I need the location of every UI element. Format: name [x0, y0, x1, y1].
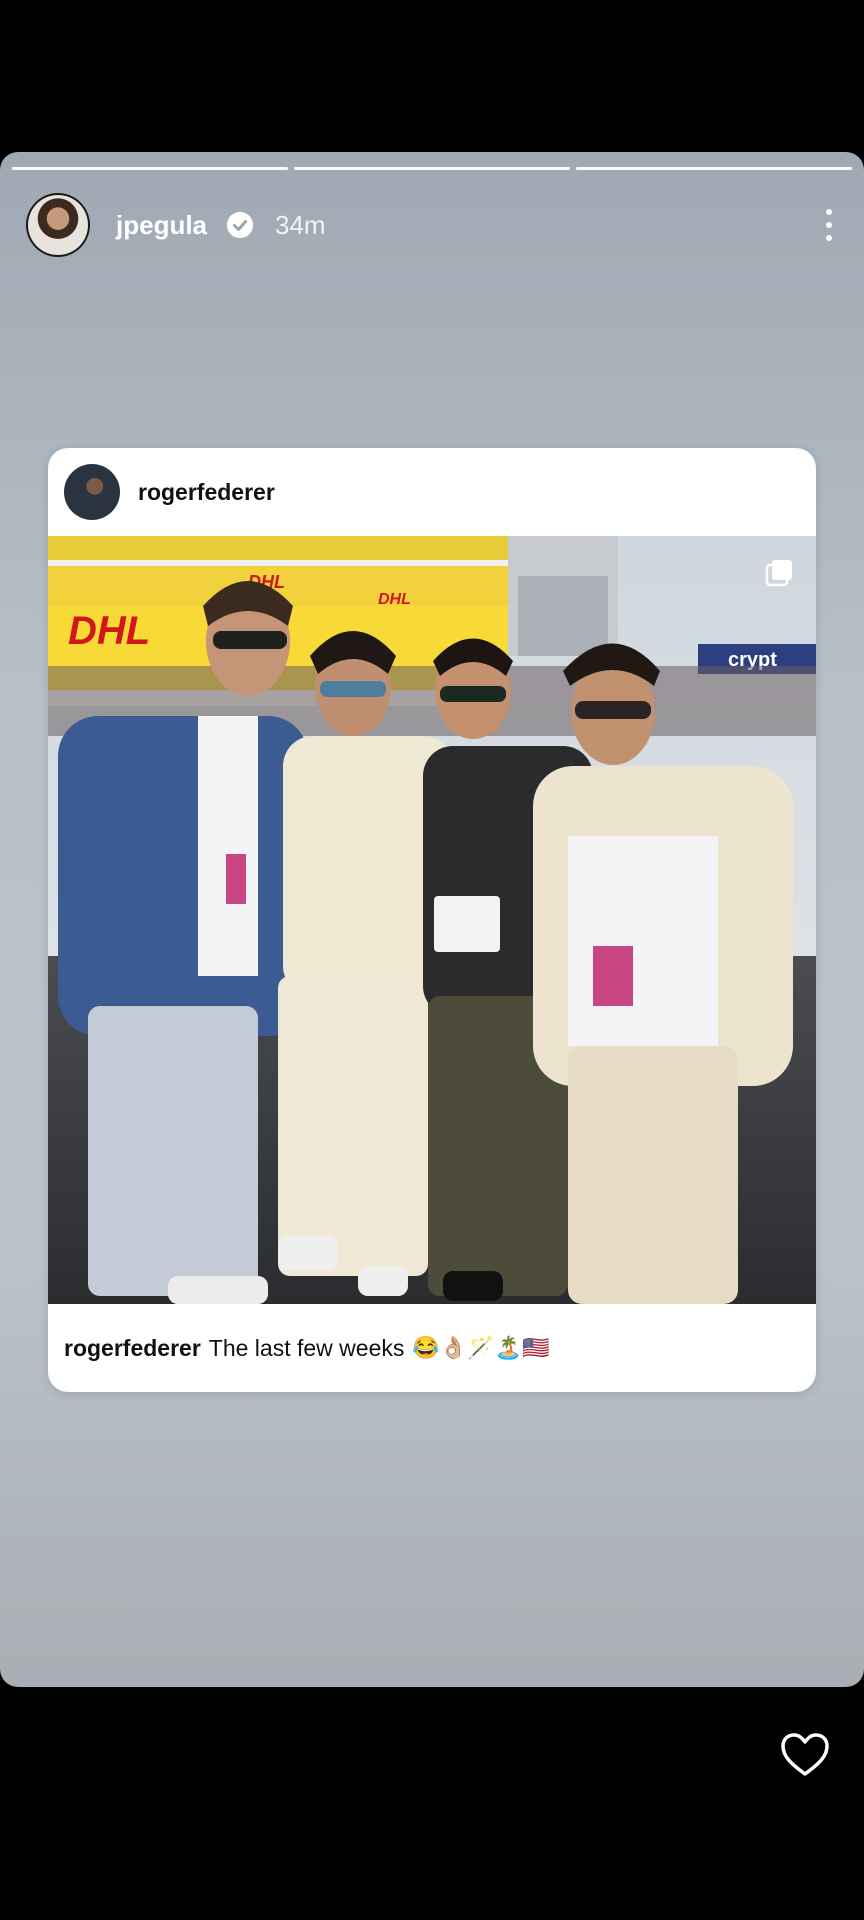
dhl-sign-upper-right: DHL [378, 591, 411, 608]
story-timestamp: 34m [275, 209, 326, 240]
post-username[interactable]: rogerfederer [138, 479, 275, 506]
multiple-photos-icon [765, 560, 792, 587]
post-caption: rogerfederer The last few weeks 😂👌🏼🪄🏝️🇺🇸 [64, 1304, 800, 1392]
story-frame: jpegula 34m rogerfederer DHL DHL DHL cry… [0, 152, 864, 1687]
post-photo[interactable]: DHL DHL DHL crypt [48, 536, 816, 1304]
progress-segment [12, 167, 288, 170]
more-options-icon[interactable] [814, 203, 844, 247]
verified-badge-icon [227, 212, 254, 238]
caption-emojis: 😂👌🏼🪄🏝️🇺🇸 [412, 1335, 550, 1360]
story-progress-bar [12, 167, 852, 171]
dhl-sign: DHL [68, 609, 150, 653]
progress-segment [294, 167, 570, 170]
caption-username[interactable]: rogerfederer [64, 1335, 201, 1362]
progress-segment [576, 167, 852, 170]
post-avatar[interactable] [64, 464, 120, 520]
shared-post-card[interactable]: rogerfederer DHL DHL DHL crypt rogerfede… [48, 448, 816, 1392]
post-header: rogerfederer [48, 448, 816, 536]
story-username[interactable]: jpegula [116, 210, 207, 241]
caption-text: The last few weeks [208, 1334, 405, 1361]
heart-icon[interactable] [780, 1732, 830, 1778]
story-avatar[interactable] [26, 193, 90, 257]
story-header: jpegula 34m [26, 190, 844, 260]
